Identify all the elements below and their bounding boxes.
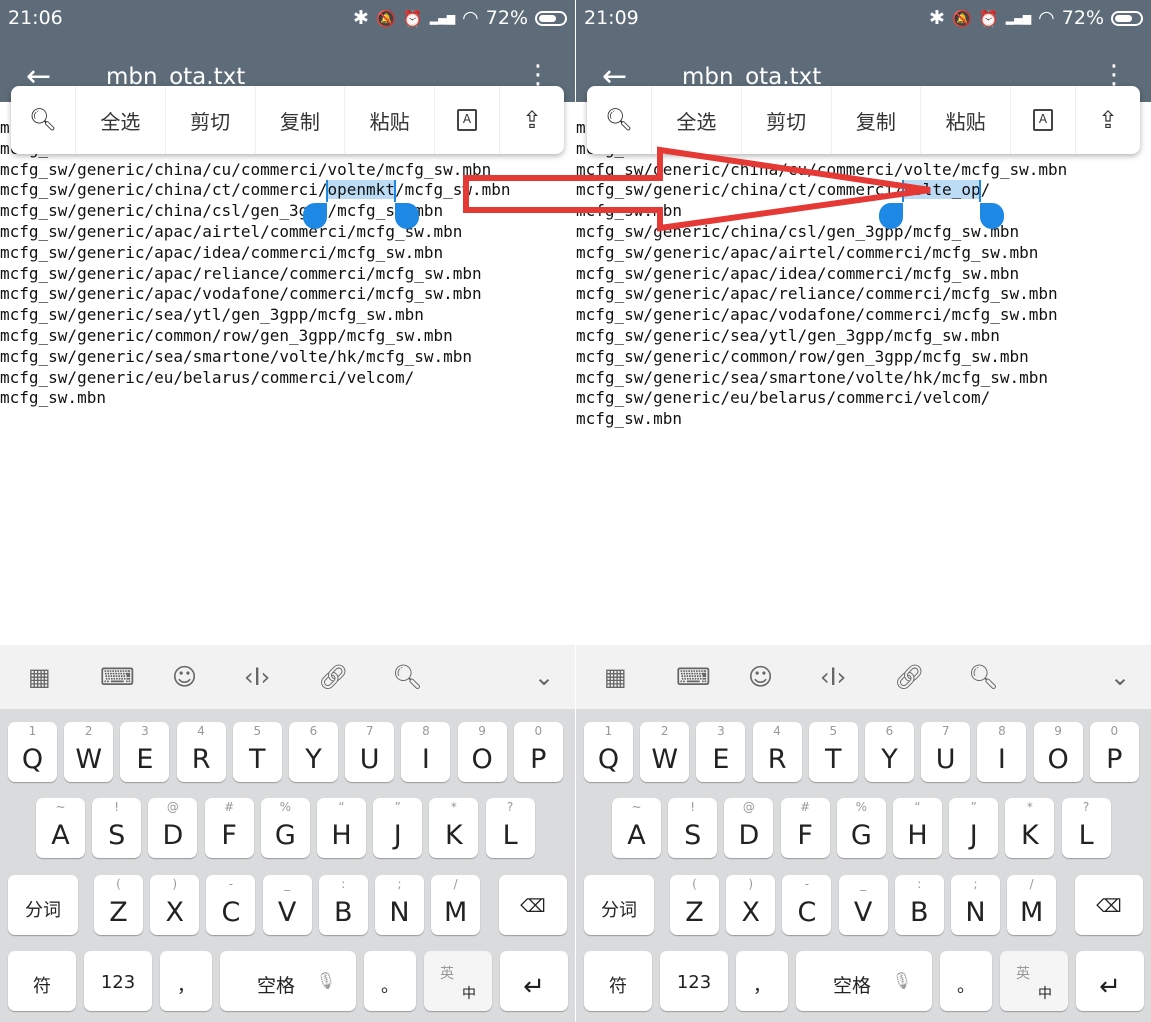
annotation-arrow <box>463 146 931 232</box>
annotation-arrow-shape <box>463 146 931 232</box>
